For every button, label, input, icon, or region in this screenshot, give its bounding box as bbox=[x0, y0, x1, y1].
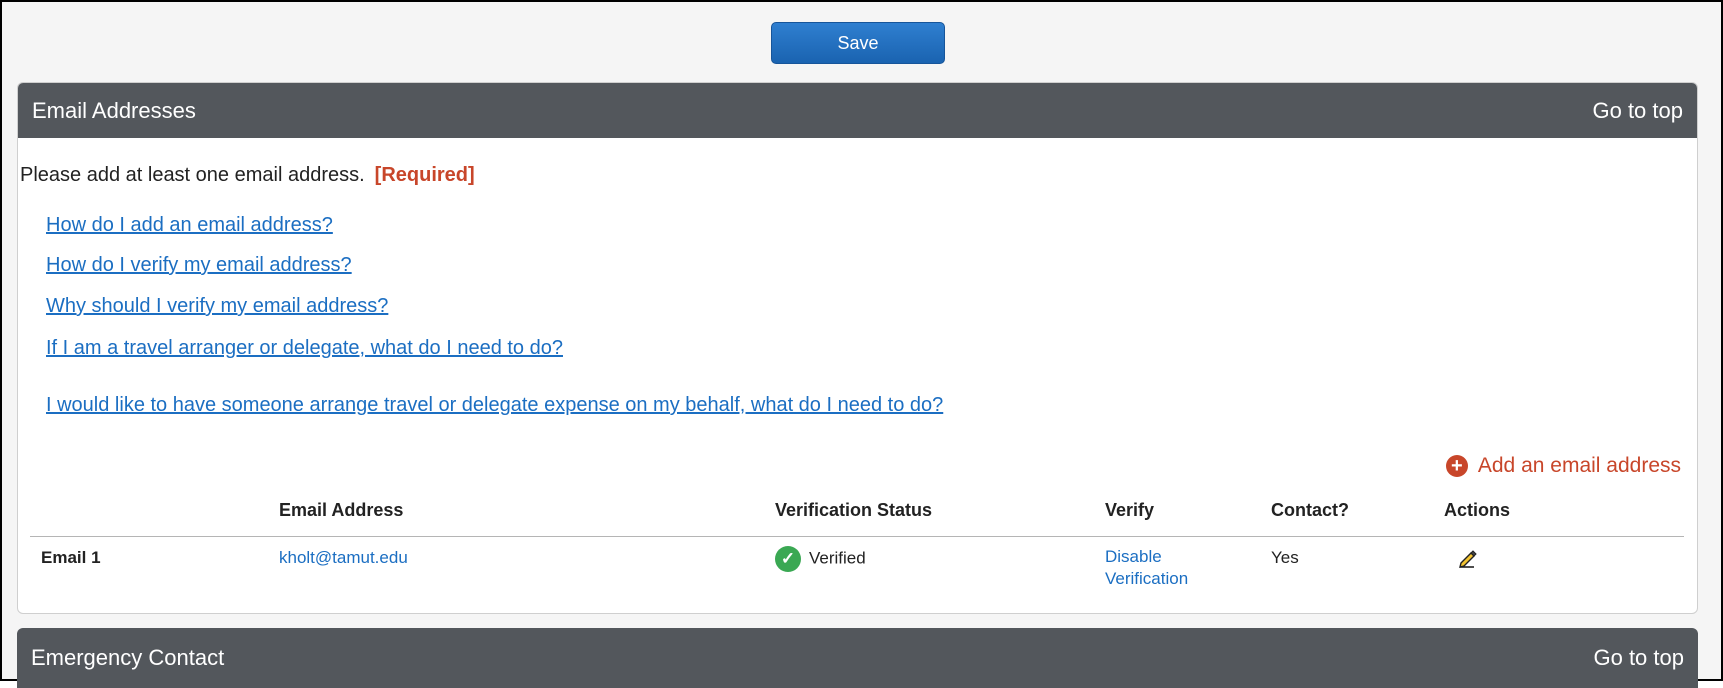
section-title: Emergency Contact bbox=[31, 645, 225, 670]
add-email-button[interactable]: + Add an email address bbox=[1445, 454, 1681, 478]
pencil-icon bbox=[1459, 550, 1477, 568]
go-to-top-link[interactable]: Go to top bbox=[1593, 645, 1684, 671]
required-badge: [Required] bbox=[374, 164, 475, 186]
help-link-travel-arranger[interactable]: If I am a travel arranger or delegate, w… bbox=[46, 337, 563, 360]
table-divider bbox=[30, 536, 1684, 537]
contact-value: Yes bbox=[1271, 548, 1299, 567]
required-text: Please add at least one email address. bbox=[20, 164, 365, 186]
email-addresses-header: Email Addresses Go to top bbox=[18, 83, 1697, 138]
column-header-verification-status: Verification Status bbox=[775, 500, 933, 520]
plus-circle-icon: + bbox=[1445, 455, 1468, 477]
page-frame: Save Email Addresses Go to top Please ad… bbox=[0, 0, 1723, 688]
help-link-verify-email[interactable]: How do I verify my email address? bbox=[46, 254, 352, 277]
column-header-email-address: Email Address bbox=[279, 500, 404, 520]
go-to-top-link[interactable]: Go to top bbox=[1592, 98, 1683, 124]
help-link-why-verify[interactable]: Why should I verify my email address? bbox=[46, 295, 388, 318]
help-link-add-email[interactable]: How do I add an email address? bbox=[46, 214, 333, 237]
add-email-label: Add an email address bbox=[1477, 454, 1681, 477]
edit-action[interactable] bbox=[1458, 548, 1478, 573]
column-header-contact: Contact? bbox=[1271, 500, 1349, 520]
verification-status-text: Verified bbox=[809, 548, 866, 568]
required-message: Please add at least one email address. [R… bbox=[20, 164, 475, 187]
column-header-actions: Actions bbox=[1444, 500, 1511, 520]
column-header-verify: Verify bbox=[1105, 500, 1155, 520]
disable-verification-link[interactable]: Disable Verification bbox=[1105, 546, 1188, 590]
row-label: Email 1 bbox=[41, 548, 101, 567]
disable-verification-line2: Verification bbox=[1105, 569, 1189, 588]
verification-status: ✓ Verified bbox=[775, 546, 866, 572]
section-title: Email Addresses bbox=[32, 97, 196, 123]
disable-verification-line1: Disable bbox=[1105, 547, 1162, 566]
help-link-delegate-expense[interactable]: I would like to have someone arrange tra… bbox=[46, 394, 943, 417]
emergency-contact-header: Emergency Contact Go to top bbox=[17, 628, 1698, 688]
save-button[interactable]: Save bbox=[771, 22, 945, 64]
check-circle-icon: ✓ bbox=[775, 546, 801, 572]
email-address-value[interactable]: kholt@tamut.edu bbox=[279, 548, 408, 568]
